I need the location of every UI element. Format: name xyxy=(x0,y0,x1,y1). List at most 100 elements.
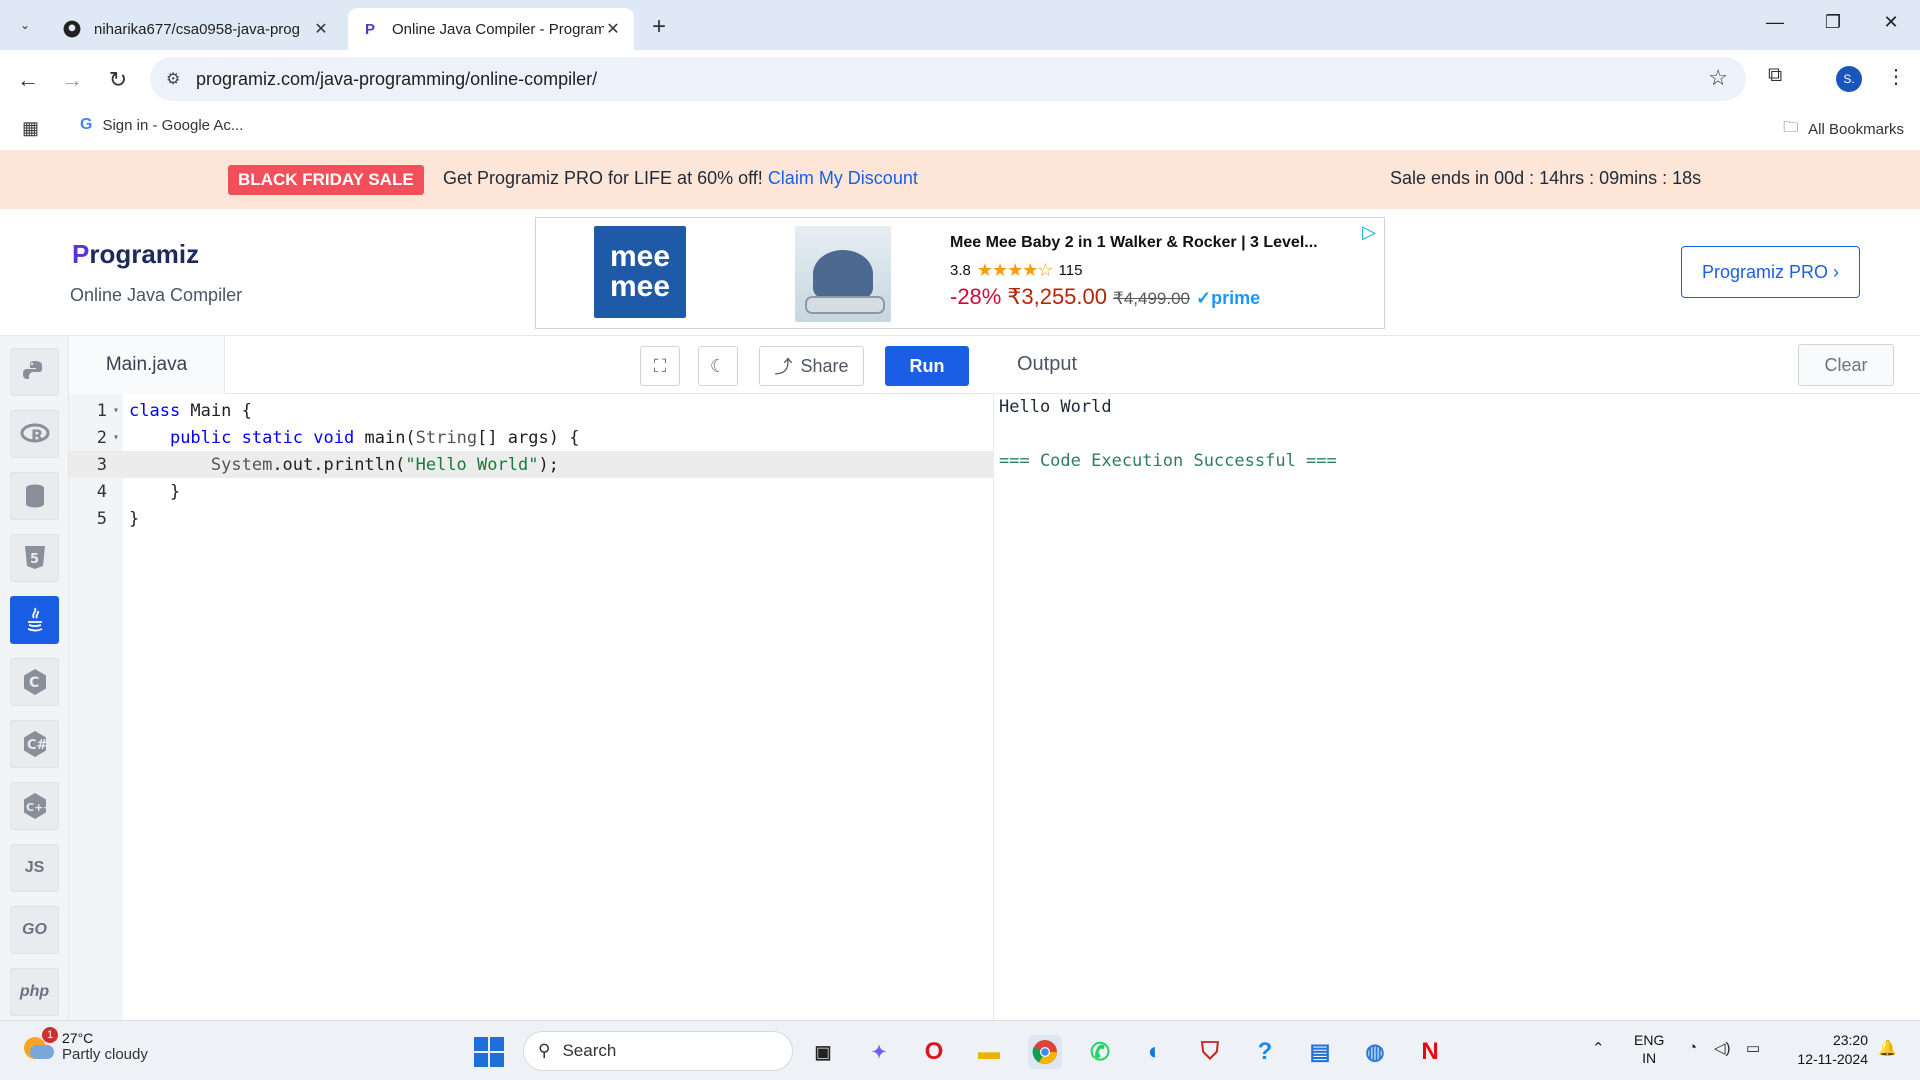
programiz-pro-button[interactable]: Programiz PRO › xyxy=(1681,246,1860,298)
copilot-icon[interactable]: ✦ xyxy=(862,1035,896,1069)
code-line[interactable]: 4 } xyxy=(69,478,994,505)
code-fragment: ); xyxy=(538,454,559,475)
svg-text:C++: C++ xyxy=(26,801,48,814)
weather-widget[interactable]: 1 27°C Partly cloudy xyxy=(20,1027,148,1063)
chrome-icon[interactable] xyxy=(1028,1035,1062,1069)
close-icon[interactable]: ✕ xyxy=(604,19,622,39)
ad-price: -28% ₹3,255.00 ₹4,499.00 ✓prime xyxy=(950,284,1260,310)
file-tab-main-java[interactable]: Main.java xyxy=(69,336,225,394)
get-help-icon[interactable]: ? xyxy=(1248,1035,1282,1069)
whatsapp-icon[interactable]: ✆ xyxy=(1083,1035,1117,1069)
php-icon[interactable]: php xyxy=(10,968,59,1016)
window-close-icon[interactable]: ✕ xyxy=(1876,12,1906,33)
go-icon[interactable]: GO xyxy=(10,906,59,954)
string-literal: "Hello World" xyxy=(405,454,539,475)
battery-icon[interactable]: ▭ xyxy=(1746,1039,1760,1057)
code-line[interactable]: 1 ▾ class Main { xyxy=(69,397,994,424)
line-number: 3 xyxy=(96,454,107,475)
all-bookmarks[interactable]: 🗀 All Bookmarks xyxy=(1783,117,1904,142)
cpp-icon[interactable]: C++ xyxy=(10,782,59,830)
reload-icon[interactable]: ↻ xyxy=(104,66,132,94)
ad-discount: -28% xyxy=(950,284,1002,309)
code-line[interactable]: 2 ▾ public static void main(String[] arg… xyxy=(69,424,994,451)
c-language-icon[interactable]: C xyxy=(10,658,59,706)
ad-title[interactable]: Mee Mee Baby 2 in 1 Walker & Rocker | 3 … xyxy=(950,234,1318,252)
tab-search-chevron-icon[interactable]: ⌄ xyxy=(12,12,38,38)
microsoft-store-icon[interactable]: ▤ xyxy=(1303,1035,1337,1069)
weather-temp: 27°C xyxy=(62,1029,94,1046)
lang-bottom: IN xyxy=(1642,1050,1657,1066)
code-text: class Main { xyxy=(123,401,252,421)
tab-github[interactable]: niharika677/csa0958-java-prog ✕ xyxy=(50,8,342,50)
fold-arrow-icon[interactable]: ▾ xyxy=(109,405,123,416)
wifi-icon[interactable]: ◔ xyxy=(1688,1039,1697,1056)
adchoices-icon[interactable]: ▷ xyxy=(1362,222,1376,243)
line-number: 2 xyxy=(96,427,107,448)
profile-avatar[interactable]: S. xyxy=(1836,66,1862,92)
windows-start-icon[interactable] xyxy=(474,1037,504,1067)
site-settings-icon[interactable]: ⚙ xyxy=(166,69,180,89)
bookmark-star-icon[interactable]: ☆ xyxy=(1708,65,1728,91)
code-editor[interactable]: 1 ▾ class Main { 2 ▾ public static void … xyxy=(69,394,994,1020)
task-view-icon[interactable]: ▣ xyxy=(806,1035,840,1069)
svg-text:C: C xyxy=(29,675,39,691)
notification-bell-icon[interactable]: 🔔 xyxy=(1878,1039,1897,1057)
clear-button[interactable]: Clear xyxy=(1798,344,1894,386)
r-language-icon[interactable]: R xyxy=(10,410,59,458)
ad-brand-line: mee xyxy=(609,240,671,273)
javascript-icon[interactable]: JS xyxy=(10,844,59,892)
database-icon[interactable] xyxy=(10,472,59,520)
html5-icon[interactable]: 5 xyxy=(10,534,59,582)
fullscreen-icon[interactable]: ⛶ xyxy=(640,346,680,386)
language-indicator[interactable]: ENG IN xyxy=(1634,1031,1664,1067)
code-line-active[interactable]: 3 System.out.println("Hello World"); xyxy=(69,451,994,478)
code-fragment: Main { xyxy=(180,400,252,421)
java-icon[interactable] xyxy=(10,596,59,644)
code-fragment: [] args) { xyxy=(477,427,580,448)
bookmark-google-signin[interactable]: G Sign in - Google Ac... xyxy=(80,116,243,134)
edge-icon[interactable]: ◐ xyxy=(1138,1035,1172,1069)
share-label: Share xyxy=(800,355,849,376)
new-tab-plus-icon[interactable]: + xyxy=(652,13,666,41)
page-subtitle: Online Java Compiler xyxy=(70,285,243,305)
dark-mode-moon-icon[interactable]: ☾ xyxy=(698,346,738,386)
output-console[interactable]: Hello World === Code Execution Successfu… xyxy=(995,394,1920,1020)
advertisement[interactable]: mee mee Mee Mee Baby 2 in 1 Walker & Roc… xyxy=(535,217,1385,329)
share-button[interactable]: ⤴ Share xyxy=(759,346,864,386)
file-explorer-icon[interactable]: ▬ xyxy=(972,1035,1006,1069)
extensions-puzzle-icon[interactable]: ⧉ xyxy=(1768,64,1782,87)
volume-icon[interactable]: ◁) xyxy=(1714,1039,1731,1057)
keyword: public xyxy=(169,427,232,448)
ad-product-image[interactable] xyxy=(795,226,891,322)
run-button[interactable]: Run xyxy=(885,346,969,386)
all-bookmarks-label: All Bookmarks xyxy=(1808,121,1904,138)
svg-text:R: R xyxy=(31,426,43,445)
netflix-icon[interactable]: N xyxy=(1413,1035,1447,1069)
code-text: System.out.println("Hello World"); xyxy=(123,455,559,475)
fold-arrow-icon[interactable]: ▾ xyxy=(109,432,123,443)
csharp-icon[interactable]: C# xyxy=(10,720,59,768)
forward-arrow-icon[interactable]: → xyxy=(58,66,86,94)
system-clock[interactable]: 23:20 12-11-2024 xyxy=(1784,1031,1868,1069)
back-arrow-icon[interactable]: ← xyxy=(14,66,42,94)
opera-icon[interactable]: O xyxy=(917,1035,951,1069)
code-line[interactable]: 5 } xyxy=(69,505,994,532)
ad-brand-logo[interactable]: mee mee xyxy=(594,226,686,318)
close-icon[interactable]: ✕ xyxy=(312,19,330,39)
claim-discount-link[interactable]: Claim My Discount xyxy=(768,168,918,188)
url-text[interactable]: programiz.com/java-programming/online-co… xyxy=(196,69,597,90)
mcafee-icon[interactable]: ⛉ xyxy=(1193,1035,1227,1069)
chevron-up-icon[interactable]: ⌃ xyxy=(1592,1039,1605,1057)
taskbar-search[interactable]: ⚲ Search xyxy=(523,1031,793,1071)
tab-programiz[interactable]: P Online Java Compiler - Program ✕ xyxy=(348,8,634,50)
python-icon[interactable] xyxy=(10,348,59,396)
minimize-icon[interactable]: — xyxy=(1760,12,1790,33)
restore-icon[interactable]: ❐ xyxy=(1818,12,1848,33)
programiz-logo[interactable]: Programiz xyxy=(72,239,199,270)
paint-icon[interactable]: ◍ xyxy=(1358,1035,1392,1069)
apps-grid-icon[interactable]: ▦ xyxy=(22,118,39,139)
search-icon: ⚲ xyxy=(538,1041,551,1060)
menu-kebab-icon[interactable]: ⋮ xyxy=(1886,64,1906,89)
output-line: Hello World xyxy=(999,397,1112,417)
address-bar[interactable]: ⚙ programiz.com/java-programming/online-… xyxy=(150,57,1746,101)
